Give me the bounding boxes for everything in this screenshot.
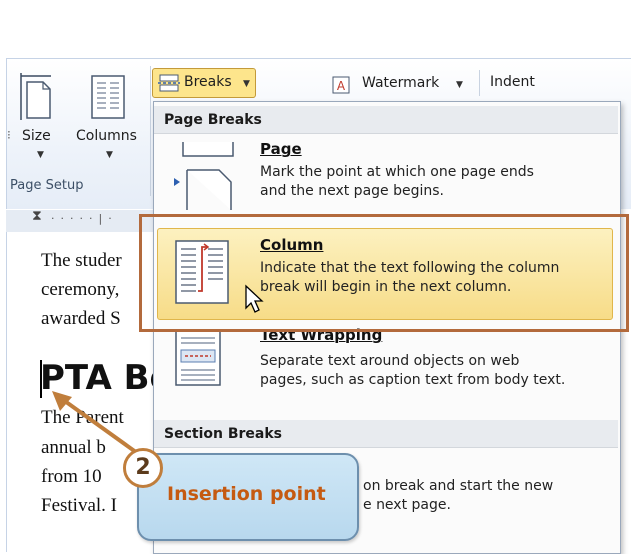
breaks-icon — [158, 74, 180, 92]
menu-item-desc: Mark the point at which one page ends an… — [260, 163, 610, 201]
columns-button[interactable]: Columns ▼ — [72, 70, 148, 170]
doc-text-line: ceremony, — [41, 279, 120, 300]
menu-item-page[interactable]: Page Mark the point at which one page en… — [157, 136, 613, 212]
page-setup-group-label: Page Setup — [10, 178, 84, 193]
ruler-ticks: ·····|· — [51, 212, 118, 225]
highlight-frame — [139, 214, 629, 332]
watermark-icon: A — [332, 76, 350, 94]
indent-marker-icon[interactable]: ⧗ — [32, 208, 42, 224]
menu-item-desc: Separate text around objects on web page… — [260, 352, 610, 390]
desc-line: pages, such as caption text from body te… — [260, 372, 566, 388]
doc-text-line: Festival. I — [41, 495, 117, 516]
size-label: Size — [22, 128, 51, 144]
page-break-icon — [174, 142, 234, 210]
page-breaks-header: Page Breaks — [154, 106, 618, 134]
step-number-badge: 2 — [123, 448, 163, 488]
ribbon-divider — [479, 70, 480, 96]
doc-text-line: awarded S — [41, 308, 121, 329]
breaks-label: Breaks — [184, 74, 232, 90]
menu-item-desc: on break and start the new e next page. — [363, 477, 603, 515]
desc-line: on break and start the new — [363, 478, 554, 494]
chevron-down-icon: ▼ — [243, 79, 250, 89]
watermark-label: Watermark — [362, 75, 440, 91]
chevron-down-icon: ▼ — [456, 80, 463, 90]
group-divider — [150, 66, 151, 196]
columns-label: Columns — [76, 128, 137, 144]
svg-text:A: A — [337, 79, 346, 93]
breaks-button[interactable]: Breaks ▼ — [152, 68, 256, 98]
text-wrapping-icon — [175, 330, 221, 386]
menu-item-title: Page — [260, 140, 302, 158]
desc-line: and the next page begins. — [260, 183, 444, 199]
columns-icon — [91, 75, 125, 119]
section-breaks-header: Section Breaks — [154, 420, 618, 448]
watermark-button[interactable]: A Watermark ▼ — [328, 70, 468, 98]
chevron-down-icon: ▼ — [37, 150, 44, 160]
desc-line: Mark the point at which one page ends — [260, 164, 534, 180]
desc-line: Separate text around objects on web — [260, 353, 520, 369]
indent-label: Indent — [490, 74, 535, 90]
size-icon — [20, 73, 51, 120]
callout-text: Insertion point — [167, 483, 326, 505]
mouse-pointer-icon — [245, 284, 264, 313]
doc-text-line: from 10 — [41, 466, 102, 487]
group-separator-dots: ⁝ — [7, 128, 11, 142]
doc-text-line: The studer — [41, 250, 122, 271]
ruler[interactable]: ⧗ ·····|· — [6, 208, 156, 233]
desc-line: e next page. — [363, 497, 451, 513]
menu-item-text-wrapping[interactable]: Text Wrapping Separate text around objec… — [157, 322, 613, 412]
size-button[interactable]: Size ▼ — [10, 70, 66, 170]
chevron-down-icon: ▼ — [106, 150, 113, 160]
